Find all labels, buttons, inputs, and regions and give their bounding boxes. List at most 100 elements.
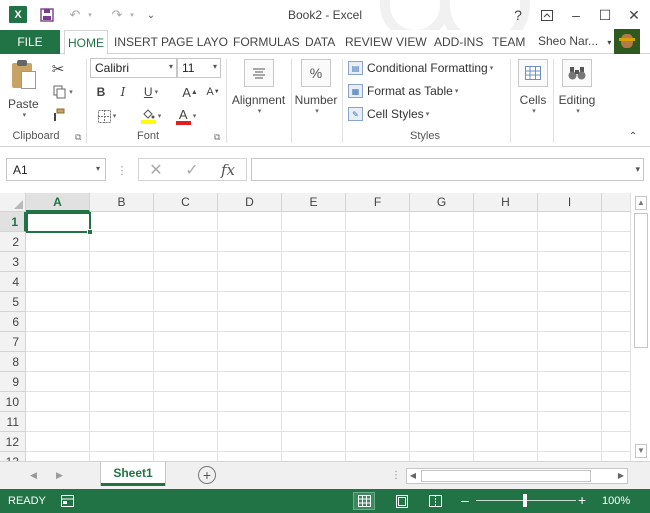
cell[interactable]	[602, 432, 630, 452]
conditional-formatting-button[interactable]: ▤ Conditional Formatting ▾	[348, 61, 493, 75]
active-cell-a1[interactable]	[26, 212, 93, 235]
cell[interactable]	[602, 352, 630, 372]
name-box[interactable]: A1 ▾	[6, 158, 106, 181]
cell[interactable]	[602, 312, 630, 332]
cell[interactable]	[474, 252, 538, 272]
cell[interactable]	[538, 452, 602, 461]
scroll-down-icon[interactable]: ▼	[635, 444, 647, 458]
sheet-tab-sheet1[interactable]: Sheet1	[101, 462, 165, 486]
undo-dropdown-icon[interactable]: ▾	[86, 6, 94, 24]
expand-formula-bar-icon[interactable]: ▾	[635, 164, 640, 175]
zoom-in-button[interactable]: +	[578, 492, 586, 508]
cell[interactable]	[346, 372, 410, 392]
tab-insert[interactable]: INSERT	[111, 30, 161, 54]
name-box-dropdown-icon[interactable]: ▾	[96, 164, 100, 173]
cell[interactable]	[410, 212, 474, 232]
cell[interactable]	[474, 352, 538, 372]
cell[interactable]	[282, 292, 346, 312]
cell[interactable]	[154, 312, 218, 332]
zoom-out-button[interactable]: –	[461, 492, 469, 508]
cell[interactable]	[410, 272, 474, 292]
cell[interactable]	[538, 212, 602, 232]
cell[interactable]	[26, 312, 90, 332]
cell[interactable]	[410, 252, 474, 272]
cell[interactable]	[282, 372, 346, 392]
cell[interactable]	[346, 352, 410, 372]
row-header[interactable]: 3	[0, 252, 26, 272]
cell[interactable]	[218, 292, 282, 312]
column-header[interactable]: A	[26, 193, 90, 212]
paste-dropdown-icon[interactable]: ▾	[23, 111, 27, 119]
cell[interactable]	[26, 272, 90, 292]
cell[interactable]	[602, 332, 630, 352]
copy-icon[interactable]: ▾	[48, 82, 78, 102]
horizontal-scroll-thumb[interactable]	[421, 470, 591, 482]
cell[interactable]	[538, 372, 602, 392]
horizontal-scrollbar[interactable]: ◀ ▶	[406, 468, 628, 484]
cell[interactable]	[538, 272, 602, 292]
cell[interactable]	[90, 452, 154, 461]
font-name-combo[interactable]: Calibri ▾	[90, 58, 177, 78]
cell[interactable]	[538, 412, 602, 432]
cell[interactable]	[218, 352, 282, 372]
cell[interactable]	[154, 252, 218, 272]
row-header[interactable]: 12	[0, 432, 26, 452]
cell[interactable]	[410, 452, 474, 461]
cell[interactable]	[410, 392, 474, 412]
cell[interactable]	[90, 392, 154, 412]
cell[interactable]	[154, 452, 218, 461]
cell[interactable]	[602, 372, 630, 392]
cell[interactable]	[474, 272, 538, 292]
cell[interactable]	[218, 372, 282, 392]
cell[interactable]	[474, 332, 538, 352]
font-color-button[interactable]: A ▾	[171, 105, 201, 127]
cell[interactable]	[602, 232, 630, 252]
row-header[interactable]: 8	[0, 352, 26, 372]
row-header[interactable]: 6	[0, 312, 26, 332]
cell[interactable]	[602, 412, 630, 432]
scroll-up-icon[interactable]: ▲	[635, 196, 647, 210]
cell[interactable]	[218, 272, 282, 292]
worksheet-grid[interactable]: ABCDEFGHI12345678910111213	[0, 193, 630, 461]
cell[interactable]	[602, 272, 630, 292]
cell[interactable]	[282, 252, 346, 272]
cell[interactable]	[26, 252, 90, 272]
cell[interactable]	[154, 232, 218, 252]
user-account[interactable]: Sheo Nar... ▾	[538, 34, 611, 48]
scroll-right-icon[interactable]: ▶	[615, 469, 627, 483]
collapse-ribbon-icon[interactable]: ⌃	[626, 129, 640, 143]
cell[interactable]	[282, 352, 346, 372]
cell[interactable]	[90, 372, 154, 392]
cell[interactable]	[282, 272, 346, 292]
page-layout-view-button[interactable]	[391, 492, 413, 510]
cell[interactable]	[410, 332, 474, 352]
insert-function-button[interactable]: fx	[215, 160, 241, 180]
cell[interactable]	[346, 272, 410, 292]
tab-file[interactable]: FILE	[0, 30, 60, 54]
alignment-button[interactable]: Alignment ▾	[230, 59, 287, 115]
cell[interactable]	[90, 332, 154, 352]
cell[interactable]	[474, 292, 538, 312]
column-header[interactable]: G	[410, 193, 474, 212]
cell[interactable]	[154, 332, 218, 352]
undo-icon[interactable]: ↶	[66, 6, 84, 24]
select-all-button[interactable]	[0, 193, 26, 212]
normal-view-button[interactable]	[353, 492, 375, 510]
avatar[interactable]	[614, 29, 640, 54]
formula-bar-grip-icon[interactable]: ⋮	[117, 162, 128, 178]
cell[interactable]	[346, 232, 410, 252]
cell[interactable]	[26, 332, 90, 352]
cell[interactable]	[26, 372, 90, 392]
column-header[interactable]: F	[346, 193, 410, 212]
cell[interactable]	[474, 232, 538, 252]
cell[interactable]	[282, 332, 346, 352]
cell[interactable]	[90, 312, 154, 332]
cell[interactable]	[538, 312, 602, 332]
font-launcher-icon[interactable]: ⧉	[214, 132, 220, 143]
cell-styles-button[interactable]: ✎ Cell Styles ▾	[348, 107, 429, 121]
zoom-slider-thumb[interactable]	[523, 494, 527, 507]
cell[interactable]	[346, 432, 410, 452]
cell[interactable]	[474, 372, 538, 392]
row-header[interactable]: 13	[0, 452, 26, 461]
cell[interactable]	[346, 392, 410, 412]
